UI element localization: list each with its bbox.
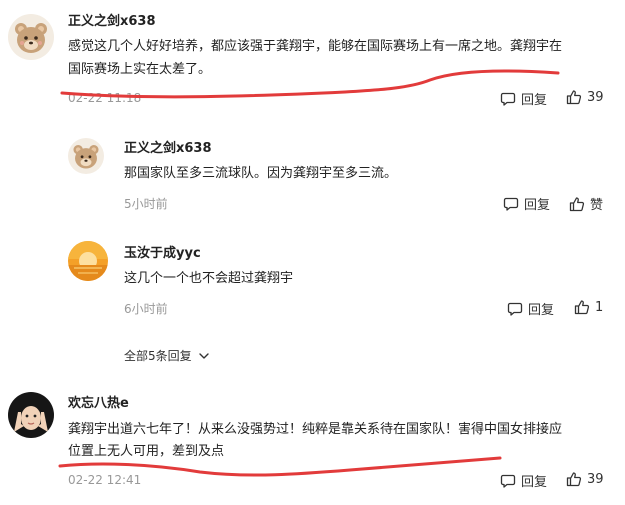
reply-text: 这几个一个也不会超过龚翔宇 <box>124 271 294 286</box>
bear-avatar-icon <box>8 14 54 60</box>
reply-label: 回复 <box>528 303 555 318</box>
comment-text-line: 龚翔宇出道六七年了！从来么没强势过！纯粹是靠关系待在国家队！害得中国女排接应 <box>68 422 563 437</box>
like-count: 1 <box>595 299 604 315</box>
reply-timestamp: 5小时前 <box>124 197 168 211</box>
reply-username[interactable]: 玉汝于成yyc <box>124 242 201 261</box>
comment-text-line: 位置上无人可用，差到及点 <box>68 444 225 459</box>
user-avatar[interactable] <box>68 241 108 281</box>
comment-username[interactable]: 欢忘八热e <box>68 392 129 411</box>
reply-label: 回复 <box>521 475 548 490</box>
comment-text-line: 感觉这几个人好好培养，都应该强于龚翔宇，能够在国际赛场上有一席之地。龚翔宇在 <box>68 39 563 54</box>
reply-button[interactable]: 回复 <box>500 89 547 108</box>
reply-button[interactable]: 回复 <box>503 194 550 213</box>
reply-username[interactable]: 正义之剑x638 <box>124 137 212 156</box>
comment-timestamp: 02-22 11:18 <box>68 91 142 105</box>
reply-text: 那国家队至多三流球队。因为龚翔宇至多三流。 <box>124 166 398 181</box>
like-count: 39 <box>587 471 604 487</box>
comment-bubble-icon <box>500 474 516 488</box>
hands-face-avatar-icon <box>8 392 54 438</box>
like-button[interactable]: 39 <box>566 471 604 487</box>
comment-bubble-icon <box>507 302 523 316</box>
like-label: 赞 <box>590 198 604 213</box>
user-avatar[interactable] <box>8 392 54 438</box>
like-button[interactable]: 赞 <box>569 194 603 213</box>
bear-avatar-icon <box>68 138 104 174</box>
user-avatar[interactable] <box>68 138 104 174</box>
reply-button[interactable]: 回复 <box>507 299 554 318</box>
reply-button[interactable]: 回复 <box>500 471 547 490</box>
thumbs-up-icon <box>566 472 582 487</box>
sunset-avatar-icon <box>68 241 108 281</box>
comment-timestamp: 02-22 12:41 <box>68 473 142 487</box>
like-button[interactable]: 1 <box>574 299 603 315</box>
reply-label: 回复 <box>521 93 548 108</box>
thumbs-up-icon <box>566 90 582 105</box>
like-count: 39 <box>587 89 604 105</box>
like-button[interactable]: 39 <box>566 89 604 105</box>
thumbs-up-icon <box>574 300 590 315</box>
comment-username[interactable]: 正义之剑x638 <box>68 10 156 29</box>
comment-bubble-icon <box>503 197 519 211</box>
reply-label: 回复 <box>524 198 551 213</box>
expand-replies-label: 全部5条回复 <box>124 349 192 363</box>
reply-timestamp: 6小时前 <box>124 302 168 316</box>
comment-bubble-icon <box>500 92 516 106</box>
chevron-down-icon <box>198 352 209 359</box>
expand-replies-button[interactable]: 全部5条回复 <box>124 347 210 364</box>
thumbs-up-icon <box>569 196 585 211</box>
comment-text-line: 国际赛场上实在太差了。 <box>68 62 212 77</box>
user-avatar[interactable] <box>8 14 54 60</box>
